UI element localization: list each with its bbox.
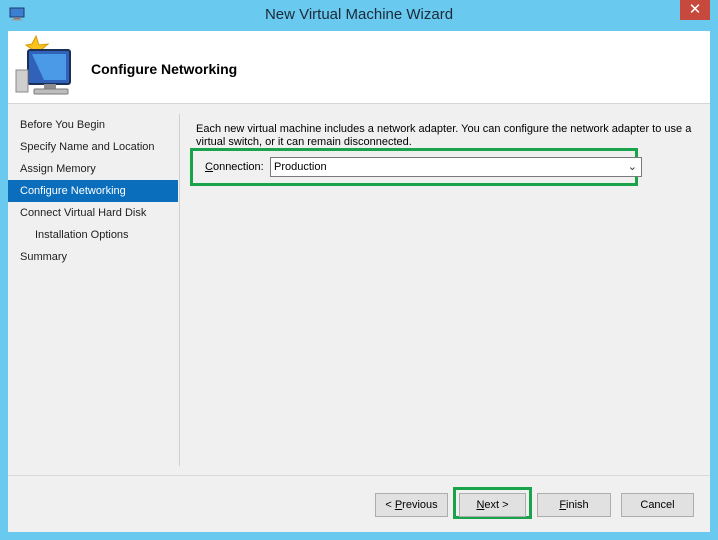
nav-divider <box>179 114 180 466</box>
wizard-step-nav: Before You Begin Specify Name and Locati… <box>8 114 178 268</box>
connection-selected-value: Production <box>274 161 327 173</box>
footer-divider <box>8 475 710 476</box>
finish-button[interactable]: Finish <box>537 493 611 517</box>
nav-item-connect-virtual-hard-disk[interactable]: Connect Virtual Hard Disk <box>8 202 178 224</box>
nav-item-installation-options[interactable]: Installation Options <box>8 224 178 246</box>
nav-item-summary[interactable]: Summary <box>8 246 178 268</box>
connection-dropdown[interactable]: Production ⌄ <box>270 157 642 177</box>
chevron-down-icon[interactable]: ⌄ <box>628 160 637 173</box>
nav-item-assign-memory[interactable]: Assign Memory <box>8 158 178 180</box>
next-button[interactable]: Next > <box>459 493 526 517</box>
nav-item-specify-name-location[interactable]: Specify Name and Location <box>8 136 178 158</box>
connection-label: Connection: <box>205 161 264 173</box>
title-bar: New Virtual Machine Wizard ✕ <box>0 0 718 30</box>
close-button[interactable]: ✕ <box>680 0 710 20</box>
new-vm-icon <box>15 34 71 95</box>
page-title: Configure Networking <box>91 61 238 77</box>
page-content: Each new virtual machine includes a netw… <box>196 123 701 149</box>
previous-button[interactable]: < Previous <box>375 493 448 517</box>
cancel-button[interactable]: Cancel <box>621 493 694 517</box>
description-text: Each new virtual machine includes a netw… <box>196 123 692 148</box>
header-banner: Configure Networking <box>8 31 710 104</box>
nav-item-configure-networking[interactable]: Configure Networking <box>8 180 178 202</box>
window-title: New Virtual Machine Wizard <box>264 6 454 23</box>
nav-item-before-you-begin[interactable]: Before You Begin <box>8 114 178 136</box>
wizard-client: Configure Networking Before You Begin Sp… <box>8 31 710 532</box>
